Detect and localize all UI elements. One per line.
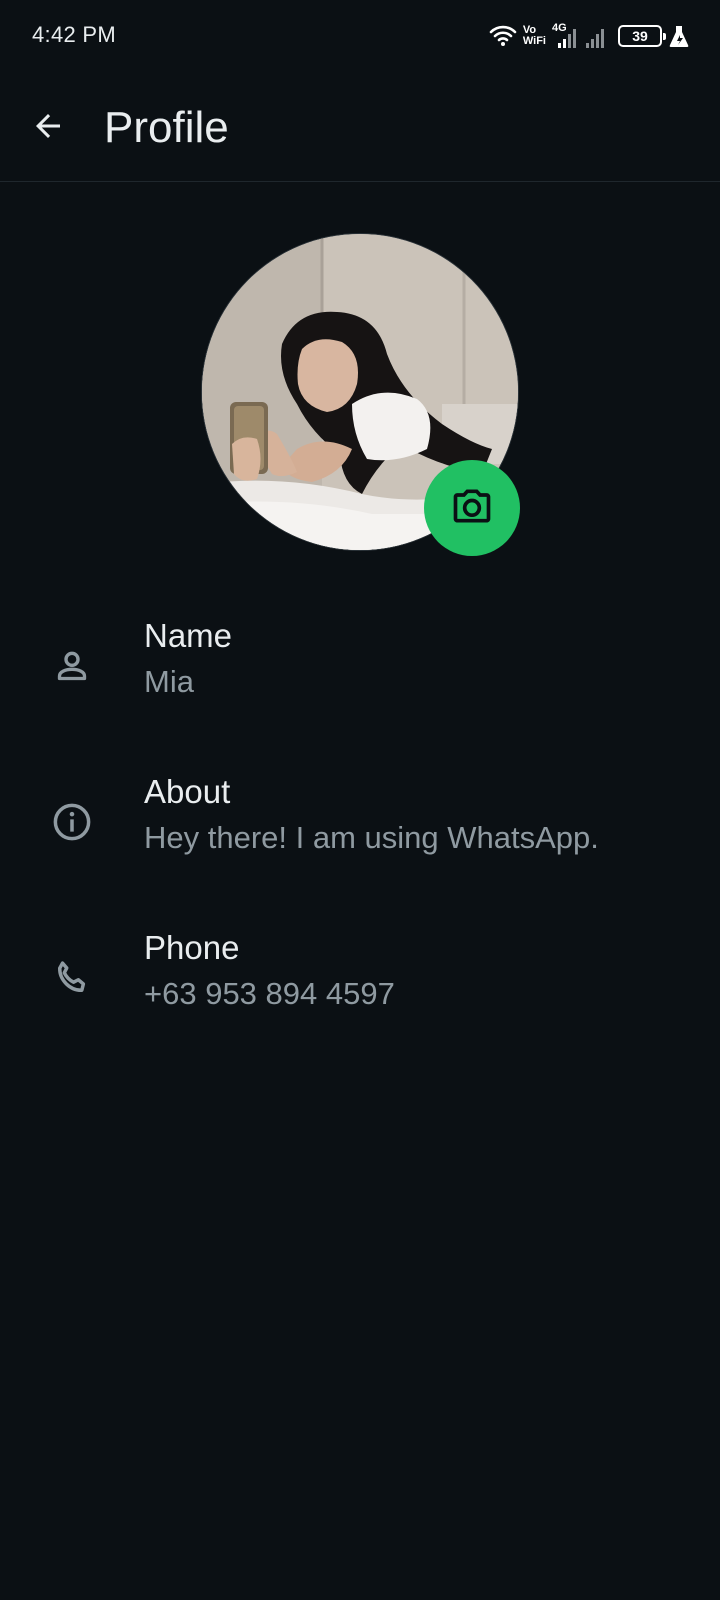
phone-row[interactable]: Phone +63 953 894 4597 — [0, 922, 720, 1052]
back-button[interactable] — [22, 102, 74, 154]
about-row[interactable]: About Hey there! I am using WhatsApp. — [0, 766, 720, 896]
about-value: Hey there! I am using WhatsApp. — [144, 820, 599, 855]
flask-icon — [668, 24, 690, 48]
camera-icon — [450, 484, 494, 533]
wifi-icon — [489, 24, 517, 48]
cellular-signal-2-icon — [584, 23, 608, 49]
name-row[interactable]: Name Mia — [0, 610, 720, 740]
about-label: About — [144, 773, 231, 810]
status-time: 4:42 PM — [32, 22, 117, 47]
wifi-label: WiFi — [522, 35, 546, 47]
cellular-signal-icon: 4G — [552, 22, 578, 49]
page-title: Profile — [104, 103, 229, 152]
change-photo-button[interactable] — [424, 460, 520, 556]
person-icon — [46, 640, 98, 692]
vowifi-indicator: Vo WiFi — [523, 25, 546, 47]
info-icon — [46, 796, 98, 848]
battery-level: 39 — [632, 28, 648, 44]
avatar-container — [202, 234, 520, 556]
status-bar: 4:42 PM Vo WiFi 4G 39 — [0, 0, 720, 72]
name-value: Mia — [144, 664, 194, 699]
arrow-left-icon — [30, 108, 66, 149]
battery-icon: 39 — [618, 25, 666, 47]
app-bar: Profile — [0, 72, 720, 182]
phone-label: Phone — [144, 929, 240, 966]
phone-icon — [46, 952, 98, 1004]
name-label: Name — [144, 617, 233, 654]
status-icons: Vo WiFi 4G 39 — [489, 22, 690, 50]
phone-value: +63 953 894 4597 — [144, 976, 395, 1011]
